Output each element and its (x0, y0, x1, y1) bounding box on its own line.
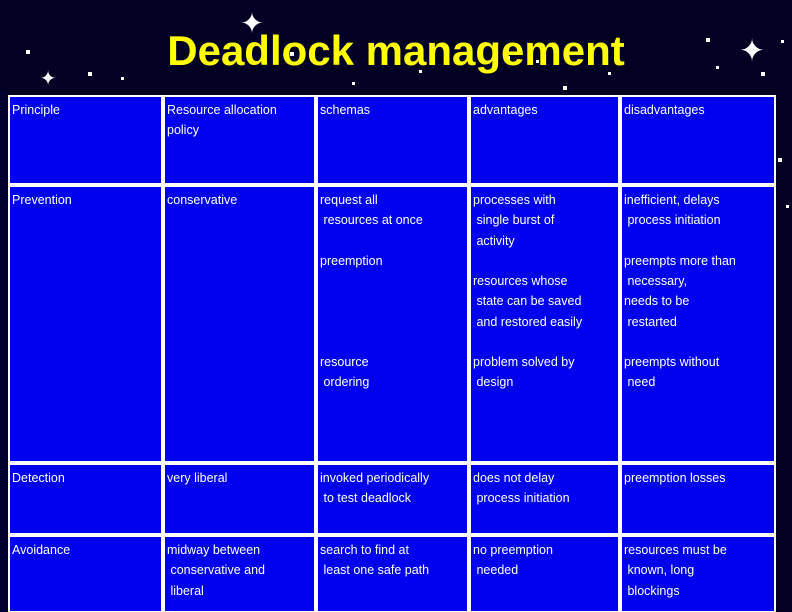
header-cell-advantages: advantages (469, 95, 620, 185)
left-gutter (0, 90, 8, 612)
cell-policy: conservative (163, 185, 316, 463)
header-cell-policy: Resource allocation policy (163, 95, 316, 185)
star-dot-icon (563, 86, 567, 90)
table-row: Prevention conservative request all reso… (8, 185, 776, 463)
cell-policy: midway between conservative and liberal (163, 535, 316, 612)
cell-schemas: search to find at least one safe path (316, 535, 469, 612)
table-header-row: Principle Resource allocation policy sche… (8, 95, 776, 185)
header-cell-disadvantages: disadvantages (620, 95, 776, 185)
star-dot-icon (352, 82, 355, 85)
slide-canvas: ✦ ✦ ✦ Deadlock management Principle Resour… (0, 0, 792, 612)
header-cell-schemas: schemas (316, 95, 469, 185)
cell-disadvantages: preemption losses (620, 463, 776, 535)
cell-advantages: no preemption needed (469, 535, 620, 612)
deadlock-management-table: Principle Resource allocation policy sche… (8, 95, 776, 612)
cell-disadvantages: inefficient, delays process initiation pr… (620, 185, 776, 463)
cell-principle: Prevention (8, 185, 163, 463)
star-dot-icon (121, 77, 124, 80)
table-row: Detection very liberal invoked periodica… (8, 463, 776, 535)
cell-disadvantages: resources must be known, long blockings (620, 535, 776, 612)
cell-principle: Detection (8, 463, 163, 535)
cell-advantages: processes with single burst of activity r… (469, 185, 620, 463)
cell-principle: Avoidance (8, 535, 163, 612)
star-dot-icon (778, 158, 782, 162)
cell-policy: very liberal (163, 463, 316, 535)
header-cell-principle: Principle (8, 95, 163, 185)
star-dot-icon (786, 205, 789, 208)
cell-schemas: request all resources at once preemption r… (316, 185, 469, 463)
cell-advantages: does not delay process initiation (469, 463, 620, 535)
page-title: Deadlock management (167, 27, 625, 74)
cell-schemas: invoked periodically to test deadlock (316, 463, 469, 535)
table-row: Avoidance midway between conservative an… (8, 535, 776, 612)
